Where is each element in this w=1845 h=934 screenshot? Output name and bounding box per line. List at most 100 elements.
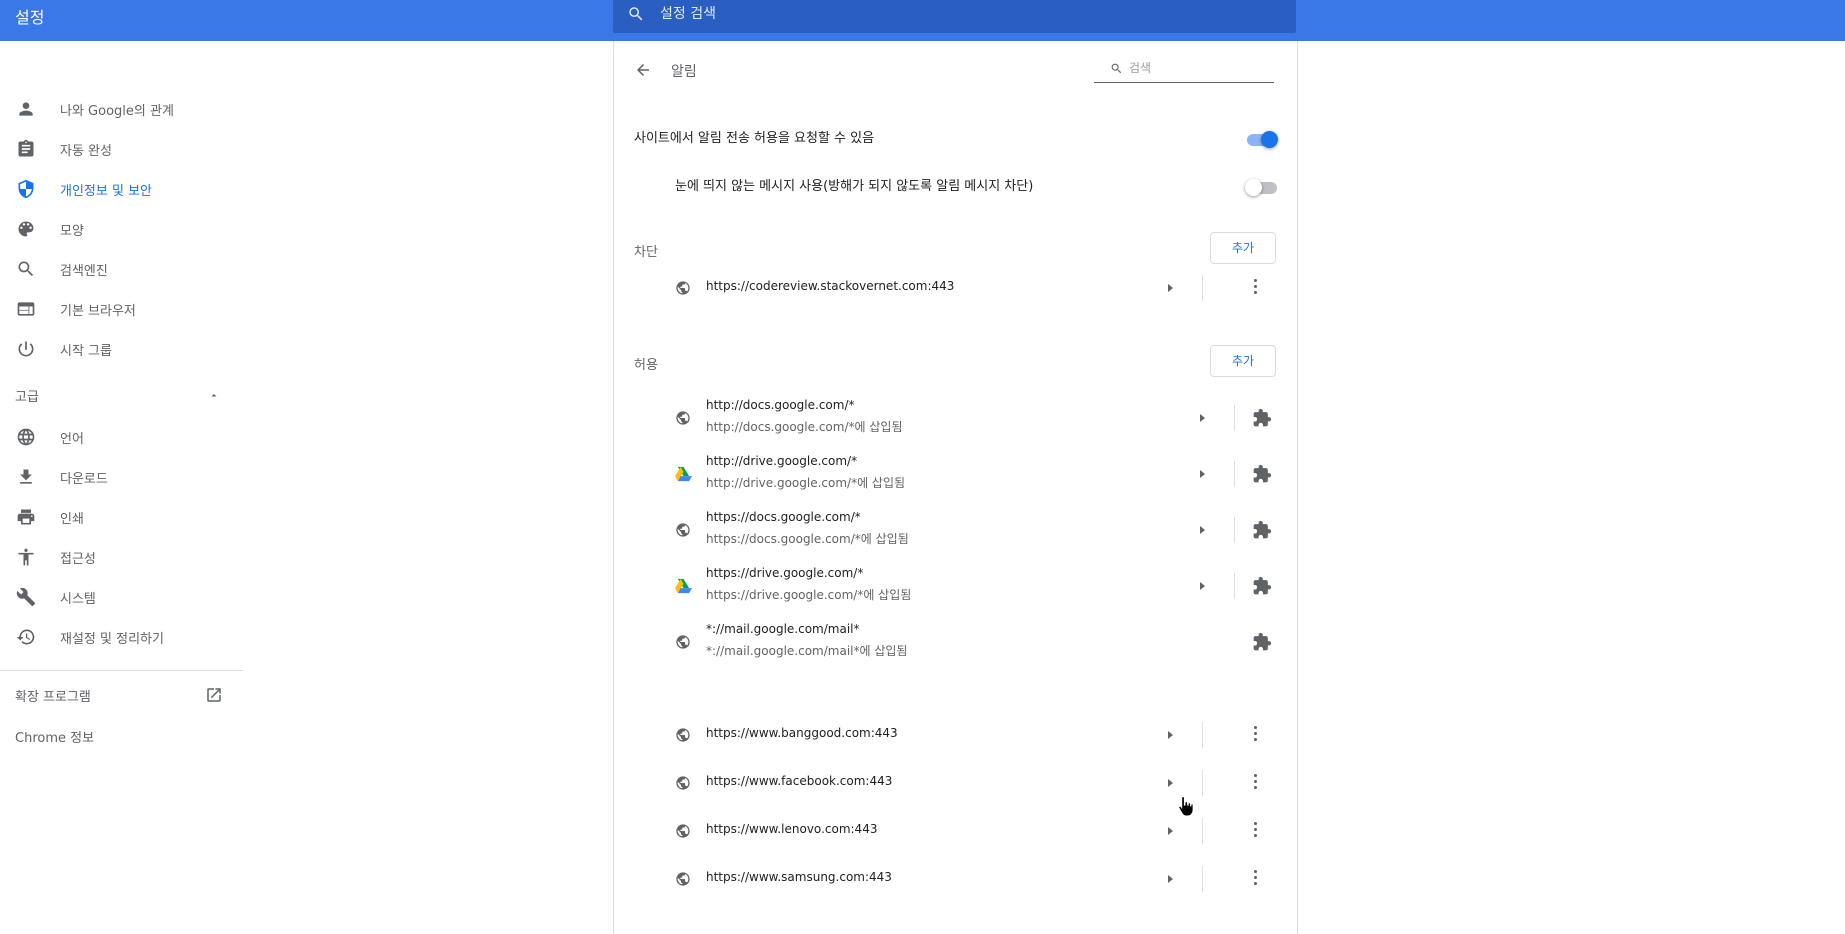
- ask-permission-label: 사이트에서 알림 전송 허용을 요청할 수 있음: [634, 131, 875, 146]
- separator: [1202, 770, 1203, 796]
- accessibility-icon: [18, 548, 34, 566]
- sidebar-item-default-browser[interactable]: 기본 브라우저: [0, 289, 243, 329]
- sidebar-item-appearance[interactable]: 모양: [0, 209, 243, 249]
- advanced-toggle[interactable]: 고급: [0, 375, 243, 415]
- allowed-site-row[interactable]: https://drive.google.com/* https://drive…: [614, 558, 1297, 614]
- add-blocked-button[interactable]: 추가: [1210, 232, 1276, 264]
- allowed-site-row[interactable]: http://docs.google.com/* http://docs.goo…: [614, 390, 1297, 446]
- allowed-site-row[interactable]: https://www.banggood.com:443: [614, 711, 1297, 759]
- globe-icon: [676, 281, 690, 295]
- allowed-site-row[interactable]: https://www.samsung.com:443: [614, 855, 1297, 903]
- sidebar-item-privacy[interactable]: 개인정보 및 보안: [0, 169, 243, 209]
- sidebar-item-extensions[interactable]: 확장 프로그램: [0, 675, 243, 715]
- allowed-site-row[interactable]: https://www.lenovo.com:443: [614, 807, 1297, 855]
- open-in-new-icon: [207, 688, 221, 702]
- arrow-right-icon[interactable]: [1168, 827, 1173, 835]
- separator: [1234, 517, 1235, 543]
- sidebar-item-google[interactable]: 나와 Google의 관계: [0, 89, 243, 129]
- extension-icon[interactable]: [1252, 576, 1272, 596]
- sidebar-item-label: 인쇄: [60, 512, 84, 527]
- extension-icon[interactable]: [1252, 520, 1272, 540]
- arrow-right-icon[interactable]: [1200, 414, 1205, 422]
- site-url: https://www.samsung.com:443: [706, 870, 892, 884]
- sidebar-item-label: 개인정보 및 보안: [60, 184, 152, 199]
- more-vert-icon[interactable]: [1254, 870, 1258, 888]
- allowed-site-row[interactable]: https://www.facebook.com:443: [614, 759, 1297, 807]
- arrow-right-icon[interactable]: [1168, 779, 1173, 787]
- arrow-right-icon[interactable]: [1200, 470, 1205, 478]
- shield-icon: [18, 179, 34, 199]
- sidebar-item-system[interactable]: 시스템: [0, 577, 243, 617]
- globe-icon: [676, 776, 690, 790]
- arrow-right-icon[interactable]: [1200, 526, 1205, 534]
- arrow-right-icon[interactable]: [1168, 284, 1173, 292]
- toggle-knob: [1261, 131, 1278, 148]
- extension-icon[interactable]: [1252, 632, 1272, 652]
- sidebar-item-label: 시스템: [60, 592, 96, 607]
- hand-cursor-icon: [1178, 795, 1194, 817]
- sidebar-item-startup[interactable]: 시작 그룹: [0, 329, 243, 369]
- allowed-site-row[interactable]: *://mail.google.com/mail* *://mail.googl…: [614, 614, 1297, 670]
- blocked-site-row[interactable]: https://codereview.stackovernet.com:443: [614, 263, 1297, 313]
- site-search-input[interactable]: 검색: [1129, 59, 1151, 76]
- back-arrow-icon[interactable]: [634, 61, 652, 79]
- sidebar-item-accessibility[interactable]: 접근성: [0, 537, 243, 577]
- extension-icon[interactable]: [1252, 464, 1272, 484]
- more-vert-icon[interactable]: [1254, 774, 1258, 792]
- settings-search[interactable]: 설정 검색: [613, 0, 1296, 33]
- ask-permission-toggle[interactable]: [1245, 130, 1279, 150]
- extension-icon[interactable]: [1252, 408, 1272, 428]
- site-url: http://drive.google.com/*: [706, 454, 858, 468]
- quiet-messaging-label: 눈에 띄지 않는 메시지 사용(방해가 되지 않도록 알림 메시지 차단): [675, 179, 1034, 194]
- site-url: http://docs.google.com/*: [706, 398, 855, 412]
- chevron-up-icon: [211, 394, 217, 397]
- sidebar-item-label: 검색엔진: [60, 264, 108, 279]
- site-url: https://www.lenovo.com:443: [706, 822, 878, 836]
- globe-icon: [676, 523, 690, 537]
- globe-icon: [676, 728, 690, 742]
- more-vert-icon[interactable]: [1254, 726, 1258, 744]
- sidebar-item-search-engine[interactable]: 검색엔진: [0, 249, 243, 289]
- sidebar-item-label: 시작 그룹: [60, 344, 112, 359]
- arrow-right-icon[interactable]: [1200, 582, 1205, 590]
- drive-icon: [675, 466, 692, 482]
- sidebar-item-label: 접근성: [60, 552, 96, 567]
- sidebar-item-label: 다운로드: [60, 472, 108, 487]
- site-url: https://codereview.stackovernet.com:443: [706, 279, 955, 293]
- globe-icon: [17, 428, 35, 446]
- separator: [1234, 573, 1235, 599]
- sidebar-item-printing[interactable]: 인쇄: [0, 497, 243, 537]
- print-icon: [17, 509, 35, 525]
- person-icon: [19, 102, 33, 116]
- settings-search-input[interactable]: 설정 검색: [660, 3, 716, 23]
- drive-icon: [675, 578, 692, 594]
- site-subtext: http://drive.google.com/*에 삽입됨: [706, 476, 906, 490]
- arrow-right-icon[interactable]: [1168, 875, 1173, 883]
- more-vert-icon[interactable]: [1254, 822, 1258, 840]
- sidebar-item-autofill[interactable]: 자동 완성: [0, 129, 243, 169]
- separator: [1202, 866, 1203, 892]
- site-url: *://mail.google.com/mail*: [706, 622, 860, 636]
- power-icon: [18, 341, 34, 357]
- sidebar-item-label: 나와 Google의 관계: [60, 104, 174, 119]
- arrow-right-icon[interactable]: [1168, 731, 1173, 739]
- site-url: https://docs.google.com/*: [706, 510, 861, 524]
- clipboard-icon: [18, 139, 34, 157]
- sidebar-item-downloads[interactable]: 다운로드: [0, 457, 243, 497]
- palette-icon: [18, 221, 34, 237]
- allowed-site-row[interactable]: https://docs.google.com/* https://docs.g…: [614, 502, 1297, 558]
- quiet-messaging-toggle[interactable]: [1245, 178, 1279, 198]
- allow-section-label: 허용: [634, 358, 658, 373]
- add-allowed-button[interactable]: 추가: [1210, 345, 1276, 377]
- sidebar-item-about[interactable]: Chrome 정보: [0, 716, 243, 756]
- site-subtext: *://mail.google.com/mail*에 삽입됨: [706, 644, 908, 658]
- wrench-icon: [16, 587, 36, 607]
- sidebar-item-reset[interactable]: 재설정 및 정리하기: [0, 617, 243, 657]
- allowed-site-row[interactable]: http://drive.google.com/* http://drive.g…: [614, 446, 1297, 502]
- site-url: https://www.facebook.com:443: [706, 774, 893, 788]
- site-url: https://www.banggood.com:443: [706, 726, 898, 740]
- site-search[interactable]: 검색: [1094, 57, 1274, 83]
- more-vert-icon[interactable]: [1254, 279, 1258, 297]
- sidebar-item-languages[interactable]: 언어: [0, 417, 243, 457]
- extensions-label: 확장 프로그램: [15, 690, 91, 705]
